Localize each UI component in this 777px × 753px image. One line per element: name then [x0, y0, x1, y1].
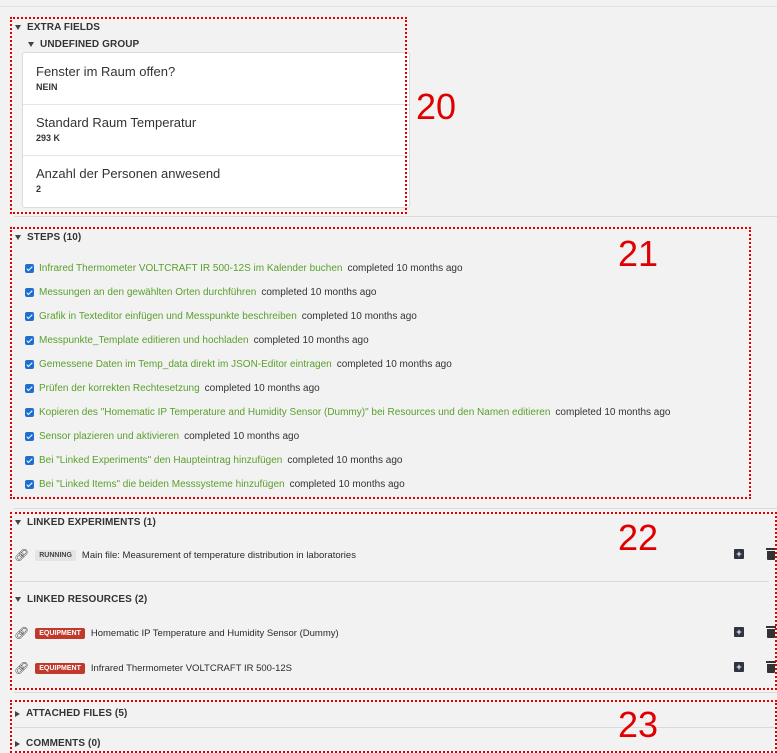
annotation-box-23 — [10, 700, 777, 753]
annotation-number-20: 20 — [416, 86, 457, 127]
annotation-box-22 — [10, 512, 777, 690]
section-divider — [14, 216, 777, 217]
section-divider — [14, 692, 777, 693]
top-divider — [0, 6, 777, 7]
annotation-number-22: 22 — [618, 517, 659, 558]
section-divider — [14, 508, 777, 509]
annotation-number-23: 23 — [618, 704, 659, 745]
annotation-number-21: 21 — [618, 233, 659, 274]
annotation-box-20 — [10, 17, 407, 214]
